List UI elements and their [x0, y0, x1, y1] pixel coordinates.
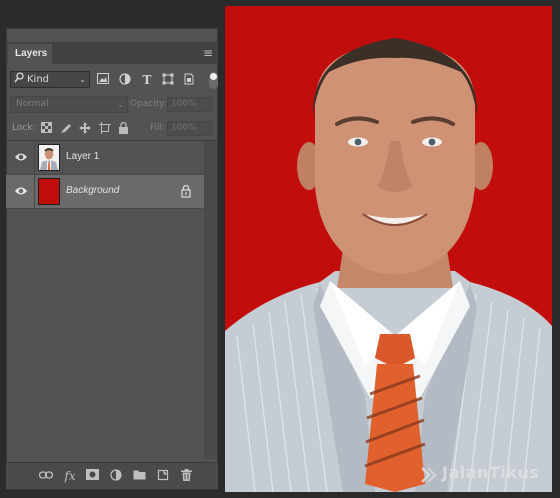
layer-row-layer-1[interactable]: Layer 1	[6, 141, 204, 175]
type-filter-icon[interactable]: T	[140, 73, 154, 87]
layer-row-background[interactable]: Background	[6, 175, 204, 209]
filter-row: Kind ⌄ T	[6, 68, 218, 92]
blend-mode-select[interactable]: Normal ⌄	[10, 96, 128, 113]
watermark-text: JalanTikus	[442, 463, 540, 482]
fill-label: Fill:	[150, 123, 166, 133]
layer-lock-icon[interactable]	[180, 184, 192, 198]
lock-transparent-pixels-icon[interactable]	[40, 122, 53, 135]
new-layer-icon[interactable]	[156, 469, 170, 483]
visibility-eye-icon[interactable]	[14, 151, 28, 163]
chevron-down-icon: ⌄	[117, 100, 124, 109]
lock-row: Lock: Fill: 100%	[6, 118, 218, 140]
portrait-image	[225, 6, 552, 492]
link-layers-icon[interactable]	[38, 469, 54, 483]
delete-layer-icon[interactable]	[179, 469, 193, 483]
add-mask-icon[interactable]	[85, 469, 99, 483]
search-icon	[14, 72, 24, 88]
lock-image-pixels-icon[interactable]	[59, 122, 72, 135]
blend-mode-value: Normal	[16, 99, 49, 109]
blend-row: Normal ⌄ Opacity: 100%	[6, 94, 218, 116]
layers-list: Layer 1 Background	[6, 141, 218, 459]
opacity-label: Opacity:	[130, 99, 167, 109]
filter-kind-label: Kind	[27, 74, 50, 85]
document-canvas[interactable]	[225, 6, 552, 492]
pixel-filter-icon[interactable]	[96, 73, 110, 87]
fx-icon[interactable]: fx	[63, 469, 77, 483]
opacity-field[interactable]: 100%	[167, 97, 213, 112]
adjustment-filter-icon[interactable]	[118, 73, 132, 87]
layer-name[interactable]: Background	[66, 185, 119, 196]
lock-position-icon[interactable]	[78, 122, 91, 135]
background-thumbnail	[38, 178, 60, 205]
new-group-icon[interactable]	[132, 469, 146, 483]
layers-scrollbar[interactable]	[204, 141, 217, 459]
lock-label: Lock:	[12, 123, 36, 133]
shape-filter-icon[interactable]	[161, 73, 175, 87]
watermark-logo-icon	[421, 467, 437, 483]
fill-field[interactable]: 100%	[167, 121, 213, 136]
row-divider	[34, 175, 35, 208]
tab-layers[interactable]: Layers	[8, 44, 52, 64]
layer-1-thumbnail	[38, 144, 60, 171]
layer-name[interactable]: Layer 1	[66, 151, 99, 162]
filter-toggle-switch[interactable]	[209, 72, 218, 89]
layers-bottom-toolbar: fx	[6, 462, 218, 489]
row-divider	[34, 141, 35, 174]
filter-kind-select[interactable]: Kind ⌄	[10, 71, 90, 88]
panel-menu-icon[interactable]: ≡	[203, 46, 213, 60]
chevron-down-icon: ⌄	[79, 75, 86, 84]
smart-object-filter-icon[interactable]	[182, 73, 196, 87]
lock-artboard-icon[interactable]	[98, 122, 111, 135]
new-adjustment-icon[interactable]	[109, 469, 123, 483]
visibility-eye-icon[interactable]	[14, 185, 28, 197]
lock-all-icon[interactable]	[117, 121, 130, 135]
panel-tab-bar: Layers ≡	[6, 42, 218, 64]
